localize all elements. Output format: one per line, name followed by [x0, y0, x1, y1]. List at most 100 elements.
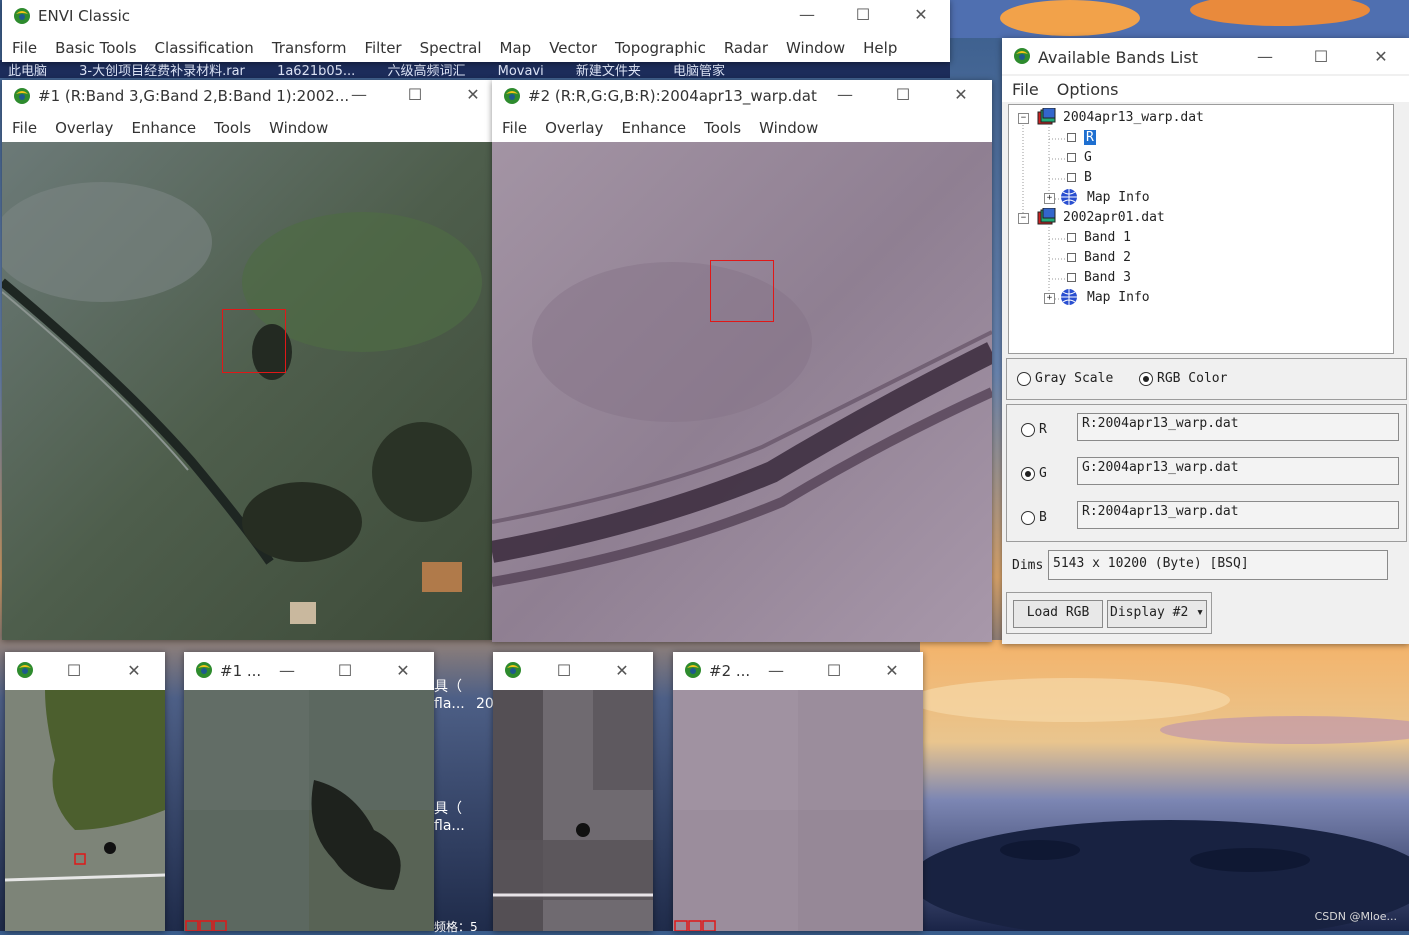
minimize-button[interactable]: —	[761, 661, 791, 680]
desktop-item[interactable]: 六级高频词汇	[387, 64, 465, 78]
menu-file[interactable]: File	[12, 114, 37, 142]
dims-field: 5143 x 10200 (Byte) [BSQ]	[1048, 550, 1388, 580]
maximize-button[interactable]: ☐	[549, 661, 579, 680]
scroll-image-1[interactable]	[5, 690, 165, 931]
menu-map[interactable]: Map	[500, 34, 532, 62]
scroll-image-2[interactable]	[493, 690, 653, 931]
maximize-button[interactable]: ☐	[59, 661, 89, 680]
rgb-color-radio[interactable]	[1139, 372, 1153, 386]
desktop-label: fla...	[434, 696, 465, 712]
close-button[interactable]: ✕	[458, 85, 488, 104]
menu-filter[interactable]: Filter	[364, 34, 401, 62]
tree-band-3[interactable]: Band 3	[1067, 270, 1131, 285]
title-bar[interactable]: #1 ... — ☐ ✕	[184, 652, 434, 688]
zoom-image-2[interactable]	[673, 690, 923, 931]
menu-window[interactable]: Window	[759, 114, 818, 142]
image-view-1[interactable]	[2, 142, 492, 640]
menu-window[interactable]: Window	[269, 114, 328, 142]
dropdown-arrow-icon: ▾	[1196, 605, 1204, 620]
display-select-button[interactable]: Display #2 ▾	[1107, 600, 1207, 628]
close-button[interactable]: ✕	[906, 5, 936, 24]
minimize-button[interactable]: —	[272, 661, 302, 680]
title-bar[interactable]: Available Bands List — ☐ ✕	[1002, 38, 1409, 74]
desktop-item[interactable]: 此电脑	[8, 64, 47, 78]
gray-scale-label: Gray Scale	[1035, 371, 1114, 386]
maximize-button[interactable]: ☐	[400, 85, 430, 104]
window-title: #2 (R:R,G:G,B:R):2004apr13_warp.dat	[528, 87, 817, 105]
expand-toggle[interactable]: +	[1044, 293, 1055, 304]
tree-file-2002[interactable]: 2002apr01.dat	[1063, 210, 1165, 225]
close-button[interactable]: ✕	[1366, 47, 1396, 66]
title-bar[interactable]: #1 (R:Band 3,G:Band 2,B:Band 1):2002... …	[2, 80, 492, 112]
tree-band-b[interactable]: B	[1067, 170, 1092, 185]
gray-scale-radio[interactable]	[1017, 372, 1031, 386]
desktop-item[interactable]: Movavi	[498, 64, 544, 78]
title-bar[interactable]: ☐ ✕	[5, 652, 165, 688]
menu-options[interactable]: Options	[1057, 76, 1119, 102]
tree-band-1[interactable]: Band 1	[1067, 230, 1131, 245]
title-bar[interactable]: ☐ ✕	[493, 652, 653, 688]
image-view-2[interactable]	[492, 142, 992, 642]
channel-r-field[interactable]: R:2004apr13_warp.dat	[1077, 413, 1399, 441]
menu-window[interactable]: Window	[786, 34, 845, 62]
title-bar[interactable]: #2 ... — ☐ ✕	[673, 652, 923, 688]
tree-band-r[interactable]: R	[1067, 130, 1096, 145]
menu-overlay[interactable]: Overlay	[545, 114, 603, 142]
menu-overlay[interactable]: Overlay	[55, 114, 113, 142]
menu-classification[interactable]: Classification	[155, 34, 254, 62]
tree-map-info[interactable]: Map Info	[1087, 290, 1150, 305]
menu-help[interactable]: Help	[863, 34, 897, 62]
menu-vector[interactable]: Vector	[549, 34, 597, 62]
zoom-box[interactable]	[222, 309, 286, 373]
maximize-button[interactable]: ☐	[1306, 47, 1336, 66]
menu-enhance[interactable]: Enhance	[131, 114, 196, 142]
close-button[interactable]: ✕	[607, 661, 637, 680]
minimize-button[interactable]: —	[1250, 47, 1280, 66]
menu-file[interactable]: File	[1012, 76, 1039, 102]
menu-file[interactable]: File	[12, 34, 37, 62]
band-tree: − 2004apr13_warp.dat R G B + Map Info − …	[1008, 104, 1394, 354]
zoom-box[interactable]	[710, 260, 774, 322]
title-bar[interactable]: ENVI Classic — ☐ ✕	[2, 0, 950, 32]
minimize-button[interactable]: —	[830, 85, 860, 104]
menu-spectral[interactable]: Spectral	[420, 34, 482, 62]
channel-b-radio[interactable]	[1021, 511, 1035, 525]
zoom-image-1[interactable]	[184, 690, 434, 931]
tree-map-info[interactable]: Map Info	[1087, 190, 1150, 205]
menu-transform[interactable]: Transform	[272, 34, 347, 62]
maximize-button[interactable]: ☐	[888, 85, 918, 104]
maximize-button[interactable]: ☐	[330, 661, 360, 680]
minimize-button[interactable]: —	[344, 85, 374, 104]
expand-toggle[interactable]: +	[1044, 193, 1055, 204]
channel-g-field[interactable]: G:2004apr13_warp.dat	[1077, 457, 1399, 485]
tree-file-2004[interactable]: 2004apr13_warp.dat	[1063, 110, 1204, 125]
close-button[interactable]: ✕	[877, 661, 907, 680]
menu-enhance[interactable]: Enhance	[621, 114, 686, 142]
desktop-item[interactable]: 电脑管家	[673, 64, 725, 78]
collapse-toggle[interactable]: −	[1018, 213, 1029, 224]
close-button[interactable]: ✕	[388, 661, 418, 680]
channel-b-field[interactable]: R:2004apr13_warp.dat	[1077, 501, 1399, 529]
menu-tools[interactable]: Tools	[704, 114, 741, 142]
menu-radar[interactable]: Radar	[724, 34, 768, 62]
tree-band-2[interactable]: Band 2	[1067, 250, 1131, 265]
title-bar[interactable]: #2 (R:R,G:G,B:R):2004apr13_warp.dat — ☐ …	[492, 80, 992, 112]
maximize-button[interactable]: ☐	[848, 5, 878, 24]
desktop-item[interactable]: 1a621b05...	[277, 64, 355, 78]
channel-r-radio[interactable]	[1021, 423, 1035, 437]
load-rgb-button[interactable]: Load RGB	[1013, 600, 1103, 628]
tree-band-g[interactable]: G	[1067, 150, 1092, 165]
channel-g-radio[interactable]	[1021, 467, 1035, 481]
close-button[interactable]: ✕	[119, 661, 149, 680]
desktop-item[interactable]: 新建文件夹	[576, 64, 641, 78]
maximize-button[interactable]: ☐	[819, 661, 849, 680]
collapse-toggle[interactable]: −	[1018, 113, 1029, 124]
menu-basic-tools[interactable]: Basic Tools	[55, 34, 136, 62]
menu-file[interactable]: File	[502, 114, 527, 142]
menu-tools[interactable]: Tools	[214, 114, 251, 142]
close-button[interactable]: ✕	[946, 85, 976, 104]
desktop-item[interactable]: 3-大创项目经费补录材料.rar	[79, 64, 245, 78]
minimize-button[interactable]: —	[792, 5, 822, 24]
menu-topographic[interactable]: Topographic	[615, 34, 706, 62]
desktop-label: 频格：5	[434, 920, 478, 934]
